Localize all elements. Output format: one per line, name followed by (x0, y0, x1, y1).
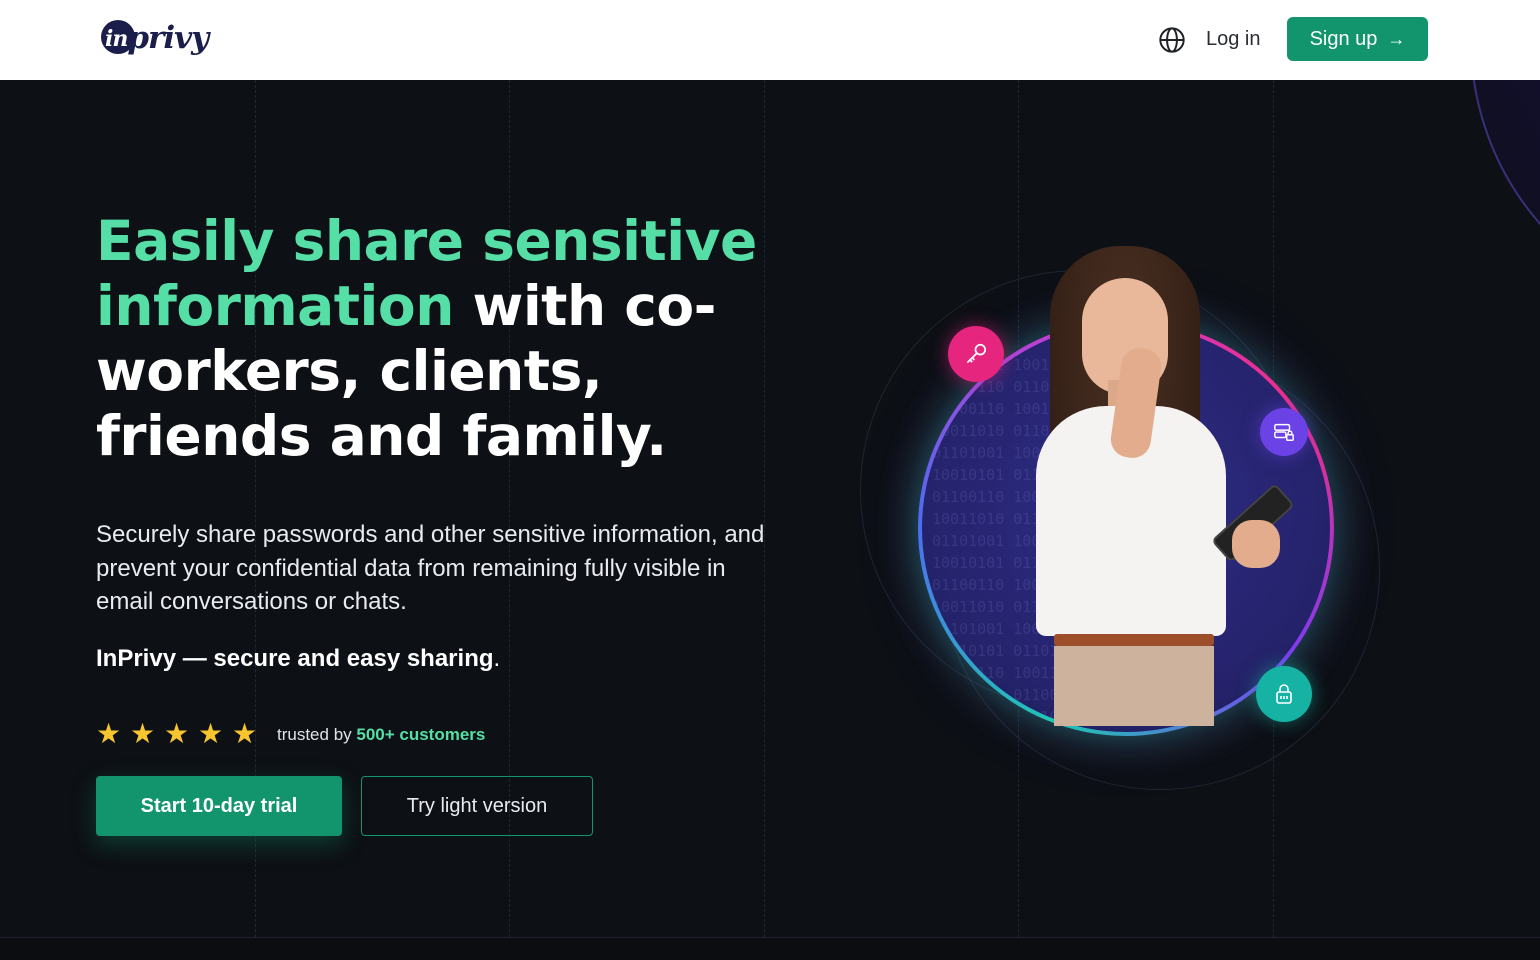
person-hand-holding-phone (1232, 520, 1280, 568)
tagline-bold: InPrivy — secure and easy sharing (96, 645, 494, 672)
signup-button[interactable]: Sign up → (1287, 17, 1428, 61)
trusted-highlight: 500+ customers (356, 725, 486, 744)
card-lock-badge (1260, 408, 1308, 456)
inprivy-logo[interactable]: inprivy (101, 16, 209, 60)
star-icon: ★ (96, 718, 122, 749)
star-icon: ★ (130, 718, 156, 749)
person-pants (1054, 646, 1214, 726)
trusted-by-text: trusted by 500+ customers (277, 724, 485, 746)
hero-illustration: 01101001 10011010 0110 10010110 01101001… (840, 230, 1400, 790)
try-light-version-button[interactable]: Try light version (361, 776, 593, 836)
signup-label: Sign up (1309, 27, 1378, 50)
next-section-edge (0, 937, 1540, 960)
card-lock-icon (1274, 423, 1294, 441)
globe-icon[interactable] (1158, 26, 1186, 54)
login-link[interactable]: Log in (1206, 26, 1261, 52)
hero-description: Securely share passwords and other sensi… (96, 521, 765, 615)
start-trial-button[interactable]: Start 10-day trial (96, 776, 342, 836)
decorative-arc (1470, 80, 1540, 320)
star-icon: ★ (198, 718, 224, 749)
tagline-end: . (493, 645, 501, 672)
lock-icon (1276, 684, 1292, 704)
person-belt (1054, 634, 1214, 646)
hero-tagline: InPrivy — secure and easy sharing. (96, 644, 500, 674)
trusted-prefix: trusted by (277, 725, 357, 744)
key-badge (948, 326, 1004, 382)
logo-text: inprivy (105, 20, 209, 56)
arrow-right-icon: → (1387, 28, 1406, 49)
hero-headline: Easily share sensitive information with … (96, 209, 816, 469)
top-nav: inprivy Log in Sign up → (0, 0, 1540, 80)
star-icon: ★ (232, 718, 258, 749)
star-icon: ★ (164, 718, 190, 749)
key-icon (966, 343, 987, 364)
lock-badge (1256, 666, 1312, 722)
rating-stars: ★ ★ ★ ★ ★ (96, 718, 258, 749)
